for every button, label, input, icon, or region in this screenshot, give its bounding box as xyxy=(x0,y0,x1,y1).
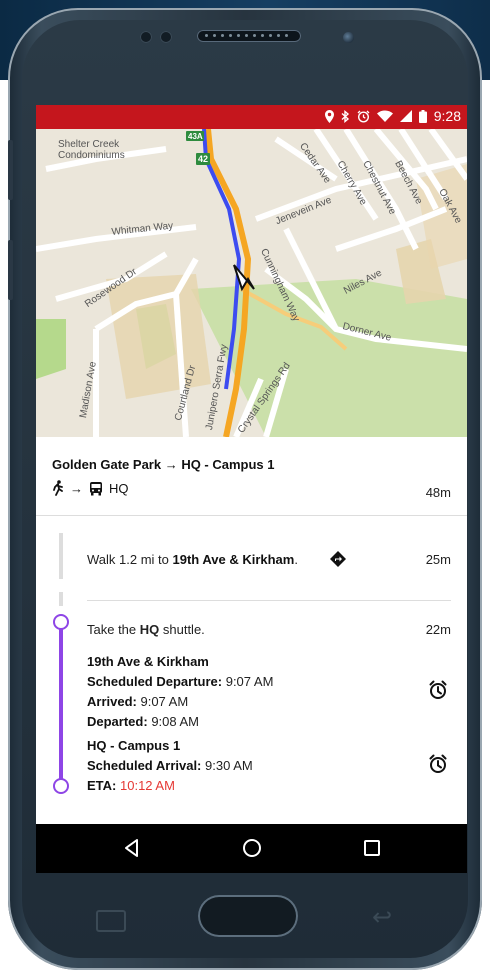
walk-step-suffix: . xyxy=(294,552,298,567)
shuttle-step-suffix: shuttle. xyxy=(159,622,205,637)
stop-name: 19th Ave & Kirkham xyxy=(87,654,209,669)
walk-step-destination: 19th Ave & Kirkham xyxy=(172,552,295,567)
scheduled-departure-value: 9:07 AM xyxy=(225,674,274,689)
shuttle-duration: 22m xyxy=(425,622,451,637)
status-bar: 9:28 xyxy=(36,105,467,129)
eta-value: 10:12 AM xyxy=(120,778,175,793)
hardware-recents-key[interactable] xyxy=(96,910,126,932)
recents-icon[interactable] xyxy=(362,838,382,858)
bus-icon xyxy=(90,481,102,495)
signal-icon xyxy=(399,110,412,122)
shuttle-line xyxy=(59,622,63,788)
highway-shield-label: 43A xyxy=(188,132,203,141)
arrived-label: Arrived: xyxy=(87,694,137,709)
scheduled-arrival: Scheduled Arrival: 9:30 AM xyxy=(87,756,253,776)
mode-arrow: → xyxy=(70,480,83,496)
sensor xyxy=(160,31,172,43)
departed: Departed: 9:08 AM xyxy=(87,712,273,732)
battery-icon xyxy=(418,109,427,123)
shuttle-name: HQ xyxy=(139,622,160,637)
hardware-back-key[interactable]: ↩ xyxy=(372,906,402,930)
walk-line xyxy=(59,533,63,579)
status-time: 9:28 xyxy=(433,108,461,124)
scheduled-departure-label: Scheduled Departure: xyxy=(87,674,223,689)
route-steps: Walk 1.2 mi to 19th Ave & Kirkham. 25m T… xyxy=(36,516,467,824)
eta-label: ETA: xyxy=(87,778,117,793)
shuttle-step[interactable]: Take the HQ shuttle. xyxy=(87,622,205,637)
walk-line xyxy=(59,592,63,606)
stop-marker xyxy=(53,614,69,630)
volume-button-lower xyxy=(8,240,13,300)
route-title: Golden Gate Park → HQ - Campus 1 xyxy=(52,457,275,472)
arrived: Arrived: 9:07 AM xyxy=(87,692,273,712)
front-camera xyxy=(343,32,354,43)
sensor xyxy=(140,31,152,43)
app-screen: 9:28 Shelter Creek Condominiums Whitman … xyxy=(36,105,467,873)
navigation-bar xyxy=(36,824,467,873)
walk-duration: 25m xyxy=(425,552,451,567)
departure-stop: 19th Ave & Kirkham Scheduled Departure: … xyxy=(87,652,273,732)
walk-step-prefix: Walk 1.2 mi to xyxy=(87,552,173,567)
wifi-icon xyxy=(376,110,393,122)
map-label: Shelter Creek Condominiums xyxy=(58,139,125,161)
home-icon[interactable] xyxy=(242,838,262,858)
stop-marker xyxy=(53,778,69,794)
route-summary[interactable]: Golden Gate Park → HQ - Campus 1 → HQ 48… xyxy=(36,437,467,516)
bluetooth-icon xyxy=(341,109,349,123)
highway-shield-label: 42 xyxy=(198,154,209,164)
route-modes: → HQ xyxy=(52,480,129,496)
walk-icon xyxy=(53,480,63,496)
back-icon[interactable] xyxy=(122,838,142,858)
departed-value: 9:08 AM xyxy=(151,714,200,729)
route-duration: 48m xyxy=(425,485,451,500)
directions-icon[interactable] xyxy=(330,551,346,567)
alarm-icon[interactable] xyxy=(428,680,448,700)
departed-label: Departed: xyxy=(87,714,148,729)
location-icon xyxy=(324,109,334,123)
shuttle-step-prefix: Take the xyxy=(87,622,140,637)
home-button[interactable] xyxy=(198,895,298,937)
stop-name: HQ - Campus 1 xyxy=(87,738,181,753)
scheduled-arrival-value: 9:30 AM xyxy=(205,758,253,773)
divider xyxy=(87,600,451,601)
route-map[interactable]: Shelter Creek Condominiums Whitman Way R… xyxy=(36,129,467,437)
walk-step[interactable]: Walk 1.2 mi to 19th Ave & Kirkham. xyxy=(87,552,298,567)
speaker-grille xyxy=(197,30,301,42)
volume-button xyxy=(8,140,13,200)
arrived-value: 9:07 AM xyxy=(140,694,189,709)
mode-label: HQ xyxy=(109,480,129,496)
eta: ETA: 10:12 AM xyxy=(87,776,253,796)
alarm-icon[interactable] xyxy=(428,754,448,774)
arrival-stop: HQ - Campus 1 Scheduled Arrival: 9:30 AM… xyxy=(87,736,253,796)
green-area xyxy=(36,319,66,379)
scheduled-arrival-label: Scheduled Arrival: xyxy=(87,758,202,773)
scheduled-departure: Scheduled Departure: 9:07 AM xyxy=(87,672,273,692)
alarm-icon xyxy=(357,110,370,123)
